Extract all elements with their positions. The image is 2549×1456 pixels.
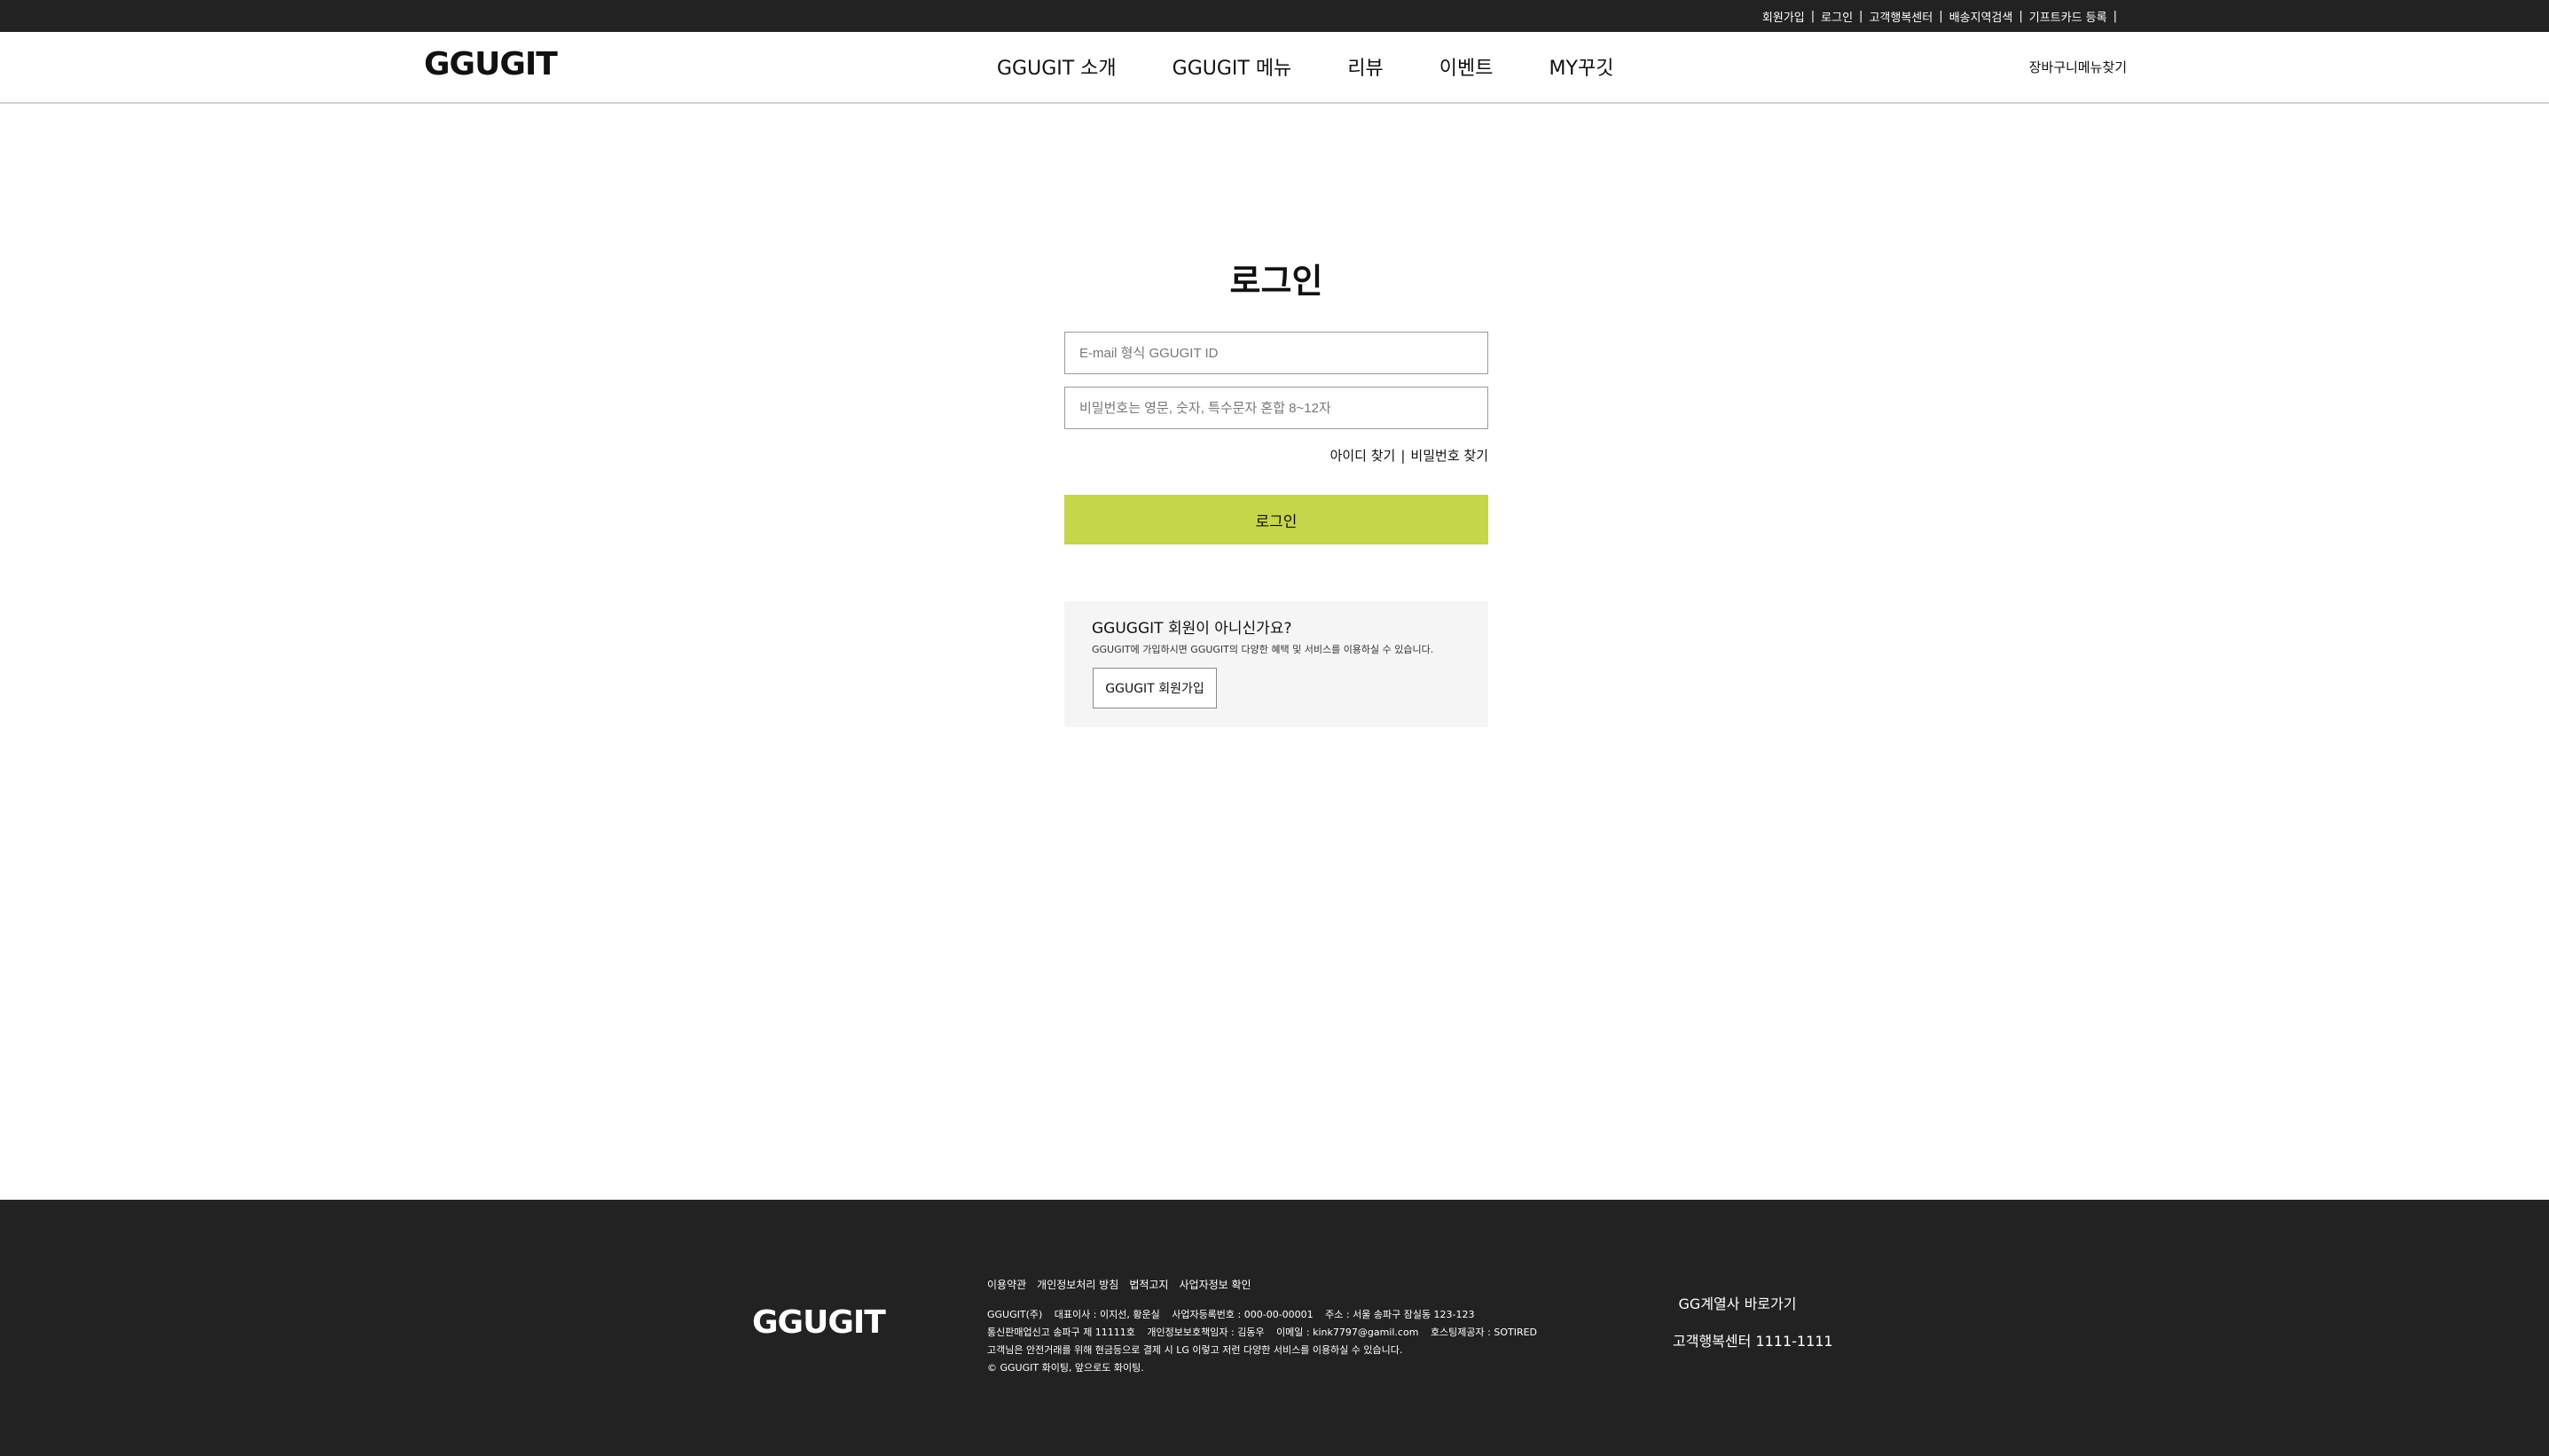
footer-company-info: GGUGIT(주) 대표이사 : 이지선, 황운실 사업자등록번호 : 000-… [987,1306,1537,1377]
footer-link-privacy[interactable]: 개인정보처리 방침 [1037,1277,1118,1292]
footer-logo: GGUGIT [752,1304,886,1341]
footer-right: GG계열사 바로가기 고객행복센터 1111-1111 [1673,1292,1833,1350]
signup-button[interactable]: GGUGIT 회원가입 [1093,668,1217,708]
nav-item-event[interactable]: 이벤트 [1439,52,1494,81]
footer-ceo: 대표이사 : 이지선, 황운실 [1054,1309,1160,1320]
header-util: 장바구니 메뉴찾기 [2029,32,2127,101]
main-nav: GGUGIT 소개 GGUGIT 메뉴 리뷰 이벤트 MY꾸깃 [997,32,1613,101]
footer: GGUGIT 이용약관 개인정보처리 방침 법적고지 사업자정보 확인 GGUG… [0,1200,2549,1456]
signup-box: GGUGGIT 회원이 아니신가요? GGUGIT에 가입하시면 GGUGIT의… [1064,601,1488,727]
footer-links: 이용약관 개인정보처리 방침 법적고지 사업자정보 확인 [987,1277,1251,1292]
footer-info-row: 통신판매업신고 송파구 제 11111호 개인정보보호책임자 : 김동우 이메일… [987,1324,1537,1342]
password-input[interactable] [1064,387,1488,429]
find-password-link[interactable]: 비밀번호 찾기 [1410,448,1488,464]
utility-link-delivery-area[interactable]: 배송지역검색 [1949,8,2013,25]
customer-center-phone: 고객행복센터 1111-1111 [1673,1333,1833,1350]
main-header: GGUGIT GGUGIT 소개 GGUGIT 메뉴 리뷰 이벤트 MY꾸깃 장… [0,32,2549,104]
cart-link[interactable]: 장바구니 [2029,58,2078,76]
signup-title: GGUGGIT 회원이 아니신가요? [1092,620,1292,638]
nav-item-about[interactable]: GGUGIT 소개 [997,52,1117,81]
footer-mail-order: 통신판매업신고 송파구 제 11111호 [987,1327,1135,1338]
nav-item-my[interactable]: MY꾸깃 [1549,52,1614,81]
utility-separator: | [1939,9,1943,23]
nav-item-menu[interactable]: GGUGIT 메뉴 [1173,52,1292,81]
find-id-link[interactable]: 아이디 찾기 [1330,448,1396,464]
page-title: 로그인 [1229,262,1323,301]
utility-link-customer-center[interactable]: 고객행복센터 [1869,8,1933,25]
find-menu-link[interactable]: 메뉴찾기 [2078,58,2127,76]
utility-separator: | [2113,9,2117,23]
footer-link-legal[interactable]: 법적고지 [1129,1277,1168,1292]
footer-link-terms[interactable]: 이용약관 [987,1277,1026,1292]
utility-link-login[interactable]: 로그인 [1821,8,1853,25]
signup-description: GGUGIT에 가입하시면 GGUGIT의 다양한 혜택 및 서비스를 이용하실… [1092,644,1434,655]
utility-link-giftcard[interactable]: 기프트카드 등록 [2029,8,2107,25]
find-links-separator: | [1400,448,1406,464]
footer-safety-notice: 고객님은 안전거래를 위해 현금등으로 결제 시 LG 이렇고 저런 다양한 서… [987,1344,1403,1356]
utility-bar: 회원가입 | 로그인 | 고객행복센터 | 배송지역검색 | 기프트카드 등록 … [0,0,2549,32]
site-logo[interactable]: GGUGIT [424,46,558,82]
utility-separator: | [1859,9,1863,23]
utility-link-signup[interactable]: 회원가입 [1762,8,1805,25]
nav-item-review[interactable]: 리뷰 [1347,52,1383,81]
footer-info-row: © GGUGIT 화이팅, 앞으로도 화이팅. [987,1359,1537,1377]
email-input[interactable] [1064,332,1488,374]
utility-separator: | [1810,9,1816,23]
utility-separator: | [2019,9,2023,23]
find-links: 아이디 찾기 | 비밀번호 찾기 [1064,446,1488,465]
login-button[interactable]: 로그인 [1064,495,1488,544]
footer-hosting: 호스팅제공자 : SOTIRED [1430,1327,1538,1338]
footer-info-row: 고객님은 안전거래를 위해 현금등으로 결제 시 LG 이렇고 저런 다양한 서… [987,1342,1537,1359]
affiliates-link[interactable]: GG계열사 바로가기 [1673,1292,1802,1313]
footer-info-row: GGUGIT(주) 대표이사 : 이지선, 황운실 사업자등록번호 : 000-… [987,1306,1537,1324]
footer-address: 주소 : 서울 송파구 잠실동 123-123 [1325,1309,1475,1320]
footer-copyright: © GGUGIT 화이팅, 앞으로도 화이팅. [987,1362,1144,1374]
footer-business-number: 사업자등록번호 : 000-00-00001 [1172,1309,1314,1320]
footer-privacy-officer: 개인정보보호책임자 : 김동우 [1147,1327,1265,1338]
footer-link-business-info[interactable]: 사업자정보 확인 [1179,1277,1251,1292]
footer-company-name: GGUGIT(주) [987,1309,1043,1320]
footer-email: 이메일 : kink7797@gamil.com [1276,1327,1419,1338]
utility-links: 회원가입 | 로그인 | 고객행복센터 | 배송지역검색 | 기프트카드 등록 … [1762,0,2123,32]
